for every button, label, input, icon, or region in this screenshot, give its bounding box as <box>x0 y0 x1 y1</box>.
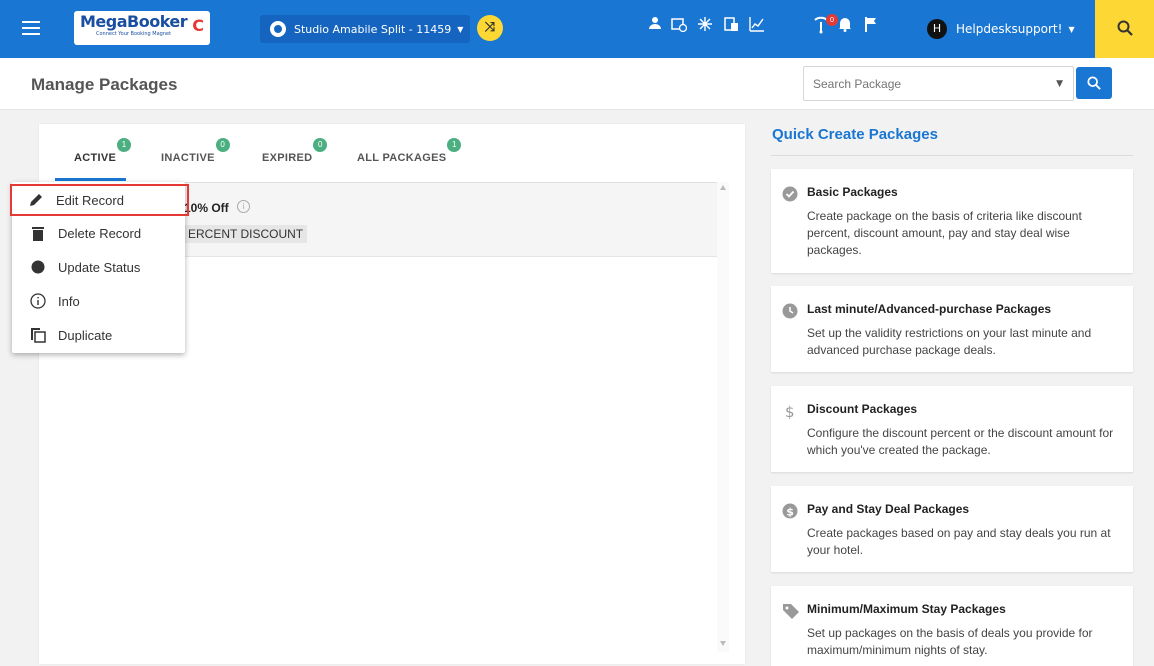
search-button[interactable] <box>1076 67 1112 99</box>
chevron-down-icon[interactable]: ▼ <box>1056 79 1063 89</box>
last-minute-packages-card[interactable]: Last minute/Advanced-purchase Packages S… <box>771 286 1133 372</box>
flag-icon[interactable] <box>862 16 880 34</box>
delete-record-menu-item[interactable]: Delete Record <box>12 216 185 250</box>
search-input[interactable] <box>804 67 1034 100</box>
dollar-circle-icon: $ <box>782 503 798 519</box>
menu-item-label: Update Status <box>58 259 141 275</box>
property-selector[interactable]: Studio Amabile Split - 11459 ▼ <box>260 15 470 43</box>
logo-text: MegaBooker <box>80 12 188 31</box>
clock-icon <box>782 303 798 319</box>
tab-label: ALL PACKAGES <box>357 152 447 164</box>
divider <box>771 155 1133 156</box>
info-icon <box>30 293 46 309</box>
package-title: 10% Off <box>184 201 229 215</box>
card-title: Minimum/Maximum Stay Packages <box>807 602 1006 616</box>
scroll-down-icon[interactable] <box>720 641 726 646</box>
info-icon[interactable]: i <box>237 200 250 213</box>
tag-icon <box>782 603 799 619</box>
page-title: Manage Packages <box>31 75 178 94</box>
tab-expired[interactable]: EXPIRED 0 <box>262 138 328 164</box>
context-menu: Edit Record Delete Record Update Status … <box>10 182 189 353</box>
edit-record-menu-item[interactable]: Edit Record <box>10 184 189 216</box>
count-badge: 0 <box>313 138 328 152</box>
basic-packages-card[interactable]: Basic Packages Create package on the bas… <box>771 169 1133 273</box>
card-description: Configure the discount percent or the di… <box>807 426 1114 457</box>
chevron-down-icon: ▼ <box>1068 24 1075 34</box>
top-search-button[interactable] <box>1095 0 1154 58</box>
copy-icon <box>30 327 46 343</box>
duplicate-menu-item[interactable]: Duplicate <box>12 318 185 352</box>
package-tabs: ACTIVE 1 INACTIVE 0 EXPIRED 0 ALL PACKAG… <box>39 124 745 182</box>
svg-text:$: $ <box>785 403 795 419</box>
quick-create-title: Quick Create Packages <box>772 126 938 143</box>
tab-label: ACTIVE <box>74 152 117 164</box>
active-tab-indicator <box>55 178 126 181</box>
card-description: Set up packages on the basis of deals yo… <box>807 626 1093 657</box>
svg-text:$: $ <box>786 505 794 518</box>
card-description: Create packages based on pay and stay de… <box>807 526 1111 557</box>
user-icon[interactable] <box>646 16 664 34</box>
globe-icon <box>270 21 286 37</box>
dollar-icon: $ <box>782 403 798 421</box>
info-menu-item[interactable]: Info <box>12 284 185 318</box>
user-name: Helpdesksupport! <box>956 22 1063 36</box>
count-badge: 1 <box>447 138 462 152</box>
tab-all-packages[interactable]: ALL PACKAGES 1 <box>357 138 462 164</box>
discount-packages-card[interactable]: $ Discount Packages Configure the discou… <box>771 386 1133 472</box>
search-icon <box>1087 76 1101 90</box>
pay-and-stay-packages-card[interactable]: $ Pay and Stay Deal Packages Create pack… <box>771 486 1133 572</box>
pencil-icon <box>28 192 44 208</box>
menu-item-label: Duplicate <box>58 327 113 343</box>
chevron-down-icon: ▼ <box>457 24 464 34</box>
trash-icon <box>30 225 46 241</box>
search-icon <box>1117 20 1133 36</box>
card-title: Basic Packages <box>807 185 898 199</box>
clipboard-icon[interactable] <box>722 16 740 34</box>
logo-mark-icon: C <box>192 16 204 35</box>
property-name: Studio Amabile Split - 11459 <box>294 22 452 36</box>
scrollbar[interactable] <box>717 182 729 652</box>
menu-item-label: Edit Record <box>56 192 124 208</box>
card-title: Last minute/Advanced-purchase Packages <box>807 302 1052 316</box>
count-badge: 0 <box>215 138 230 152</box>
snowflake-icon[interactable] <box>696 16 714 34</box>
top-navbar: MegaBooker Connect Your Booking Magnet C… <box>0 0 1154 58</box>
count-badge: 1 <box>117 138 132 152</box>
card-description: Create package on the basis of criteria … <box>807 209 1082 257</box>
menu-icon[interactable] <box>22 21 40 35</box>
card-title: Discount Packages <box>807 402 918 416</box>
circle-icon <box>30 259 46 275</box>
bell-icon[interactable] <box>836 16 854 34</box>
chart-icon[interactable] <box>748 16 766 34</box>
logo-tagline: Connect Your Booking Magnet <box>96 31 172 37</box>
logo[interactable]: MegaBooker Connect Your Booking Magnet C <box>74 11 210 45</box>
card-title: Pay and Stay Deal Packages <box>807 502 970 516</box>
calendar-clock-icon[interactable] <box>670 16 688 34</box>
menu-item-label: Info <box>58 293 80 309</box>
menu-item-label: Delete Record <box>58 225 142 241</box>
avatar: H <box>927 19 947 39</box>
min-max-stay-packages-card[interactable]: Minimum/Maximum Stay Packages Set up pac… <box>771 586 1133 666</box>
card-description: Set up the validity restrictions on your… <box>807 326 1092 357</box>
scroll-up-icon[interactable] <box>720 185 726 190</box>
package-type: ERCENT DISCOUNT <box>184 225 308 243</box>
shuffle-icon[interactable]: ⤨ <box>477 15 503 41</box>
check-circle-icon <box>782 186 798 202</box>
update-status-menu-item[interactable]: Update Status <box>12 250 185 284</box>
tab-inactive[interactable]: INACTIVE 0 <box>161 138 230 164</box>
search-package-field[interactable]: ▼ <box>803 66 1074 101</box>
tab-active[interactable]: ACTIVE 1 <box>74 138 132 164</box>
page-header: Manage Packages ▼ <box>0 58 1154 110</box>
tab-label: EXPIRED <box>262 152 313 164</box>
user-menu[interactable]: H Helpdesksupport! ▼ <box>927 19 1075 39</box>
tab-label: INACTIVE <box>161 152 215 164</box>
